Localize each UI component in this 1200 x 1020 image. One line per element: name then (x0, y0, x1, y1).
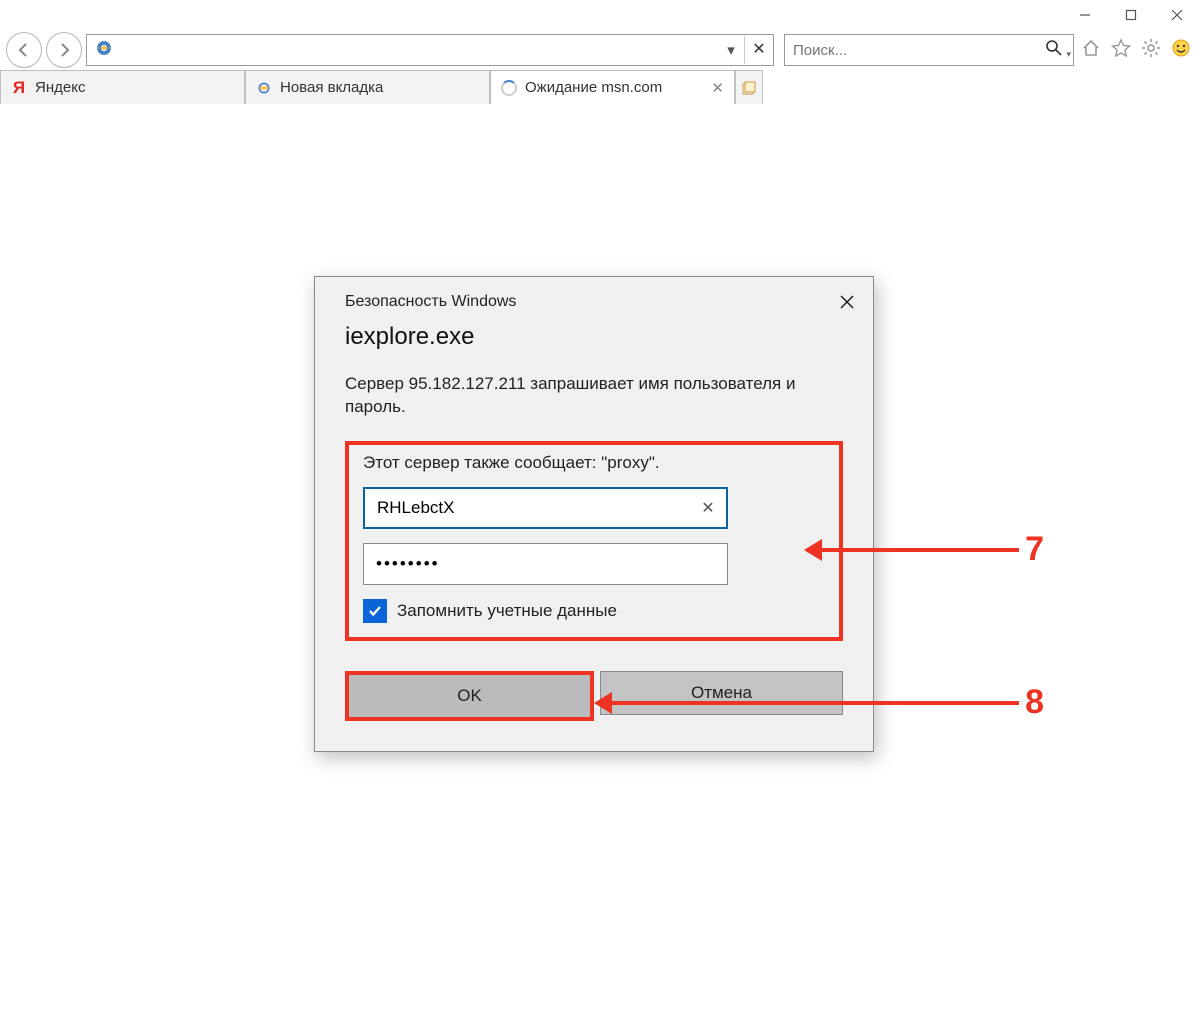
tab-label: Ожидание msn.com (525, 79, 662, 96)
dialog-close-button[interactable] (829, 287, 865, 317)
search-box[interactable]: ▾ (784, 34, 1074, 66)
forward-button[interactable] (46, 32, 82, 68)
favorites-icon[interactable] (1108, 38, 1134, 62)
yandex-favicon-icon: Я (11, 78, 27, 98)
address-dropdown-icon[interactable]: ▾ (718, 41, 744, 59)
dialog-titlebar: Безопасность Windows (315, 277, 873, 317)
smiley-icon[interactable] (1168, 38, 1194, 62)
remember-label: Запомнить учетные данные (397, 601, 617, 621)
url-input[interactable] (121, 35, 718, 65)
ie-favicon-icon (256, 80, 272, 96)
browser-window: ▾ ✕ ▾ Я Яндекс (0, 0, 1200, 1020)
home-icon[interactable] (1078, 38, 1104, 62)
cancel-button[interactable]: Отмена (600, 671, 843, 715)
clear-username-icon[interactable]: ✕ (690, 498, 726, 518)
tab-label: Новая вкладка (280, 79, 383, 96)
window-close-button[interactable] (1154, 0, 1200, 30)
search-input[interactable] (785, 36, 1035, 64)
cancel-button-label: Отмена (691, 683, 752, 703)
tab-close-button[interactable]: ✕ (711, 79, 724, 97)
remember-credentials-row[interactable]: Запомнить учетные данные (363, 599, 825, 623)
window-maximize-button[interactable] (1108, 0, 1154, 30)
password-field-wrapper (363, 543, 728, 585)
window-minimize-button[interactable] (1062, 0, 1108, 30)
address-bar[interactable]: ▾ ✕ (86, 34, 774, 66)
ok-button[interactable]: OK (345, 671, 594, 721)
dialog-body: Сервер 95.182.127.211 запрашивает имя по… (315, 351, 873, 671)
new-tab-button[interactable] (735, 70, 763, 104)
windows-security-dialog: Безопасность Windows iexplore.exe Сервер… (314, 276, 874, 752)
stop-reload-button[interactable]: ✕ (744, 36, 773, 64)
tab-msn-loading[interactable]: Ожидание msn.com ✕ (490, 70, 735, 104)
username-input[interactable] (365, 489, 690, 527)
ok-button-label: OK (457, 686, 482, 706)
credentials-block: Этот сервер также сообщает: "proxy". ✕ З… (345, 441, 843, 641)
username-field-wrapper: ✕ (363, 487, 728, 529)
address-bar-row: ▾ ✕ ▾ (0, 30, 1200, 70)
dialog-message: Сервер 95.182.127.211 запрашивает имя по… (345, 373, 843, 419)
tab-label: Яндекс (35, 79, 85, 96)
tab-new[interactable]: Новая вкладка (245, 70, 490, 104)
dialog-realm: Этот сервер также сообщает: "proxy". (363, 453, 825, 473)
settings-gear-icon[interactable] (1138, 38, 1164, 62)
window-titlebar (0, 0, 1200, 30)
dialog-button-row: OK Отмена (315, 671, 873, 751)
remember-checkbox[interactable] (363, 599, 387, 623)
loading-spinner-icon (501, 80, 517, 96)
ie-page-icon (87, 39, 121, 61)
search-button[interactable]: ▾ (1035, 39, 1073, 61)
back-button[interactable] (6, 32, 42, 68)
tab-strip: Я Яндекс Новая вкладка Ожидание msn.com … (0, 70, 1200, 105)
dialog-subtitle: iexplore.exe (315, 317, 873, 351)
tab-yandex[interactable]: Я Яндекс (0, 70, 245, 104)
dialog-title: Безопасность Windows (345, 293, 516, 311)
password-input[interactable] (364, 544, 727, 584)
